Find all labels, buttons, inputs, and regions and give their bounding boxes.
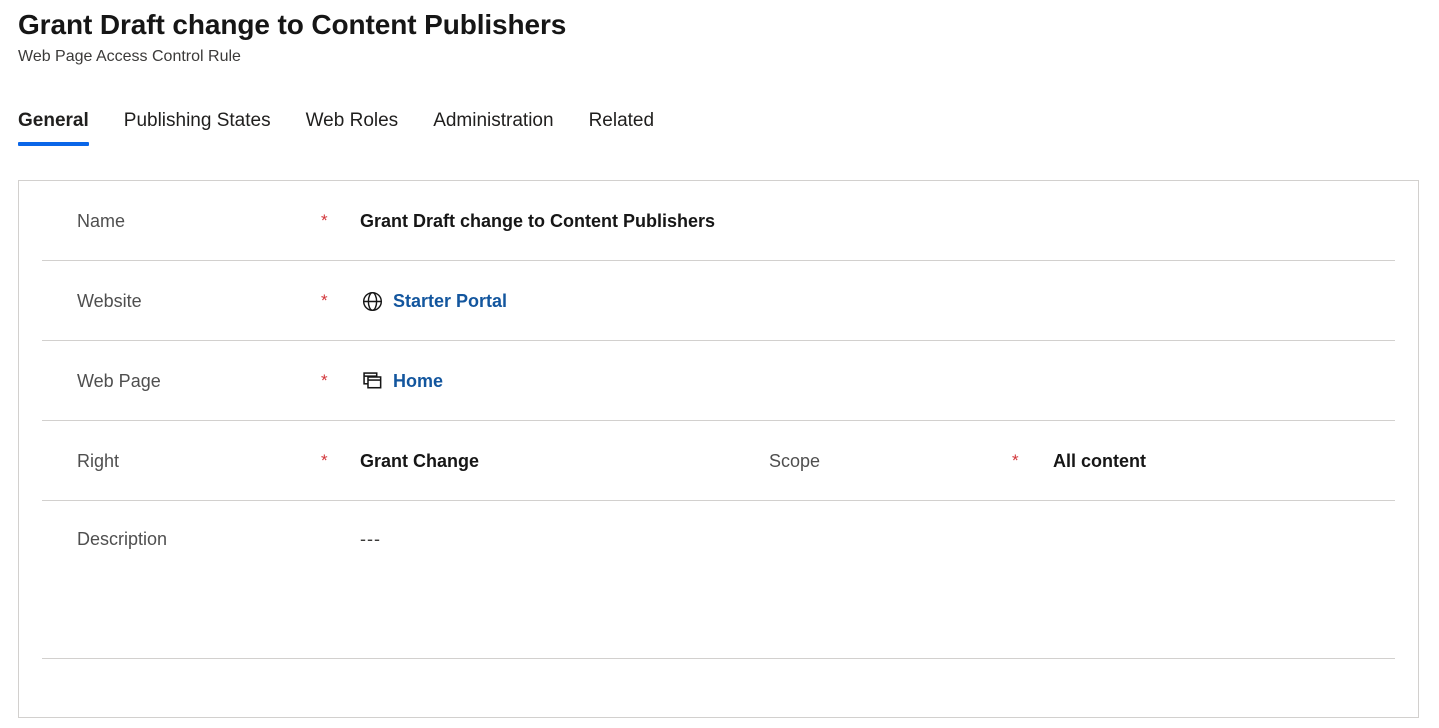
required-asterisk-name: * [321, 211, 328, 230]
field-right: Right * Grant Change [77, 449, 479, 473]
form-row-website: Website * Starter Portal [19, 261, 1418, 341]
tab-related[interactable]: Related [589, 108, 655, 146]
tab-administration[interactable]: Administration [433, 108, 553, 146]
required-asterisk-web-page: * [321, 371, 328, 390]
field-value-right[interactable]: Grant Change [360, 449, 479, 473]
page-title: Grant Draft change to Content Publishers [18, 9, 567, 40]
field-web-page: Web Page * Home [77, 369, 443, 393]
field-scope: Scope * All content [769, 421, 1146, 501]
field-value-website[interactable]: Starter Portal [393, 289, 507, 313]
field-label-name: Name [77, 211, 126, 231]
page-header: Grant Draft change to Content Publishers… [18, 8, 566, 68]
tab-bar: General Publishing States Web Roles Admi… [18, 108, 654, 146]
form-row-description: Description --- [19, 501, 1418, 659]
field-value-scope[interactable]: All content [1053, 449, 1146, 473]
field-value-web-page[interactable]: Home [393, 369, 443, 393]
field-label-right: Right [77, 451, 120, 471]
required-asterisk-scope: * [1012, 451, 1019, 470]
general-tab-form-card: Name * Grant Draft change to Content Pub… [18, 180, 1419, 718]
form-row-name: Name * Grant Draft change to Content Pub… [19, 181, 1418, 261]
stacked-pages-icon [360, 369, 384, 393]
field-label-web-page: Web Page [77, 371, 161, 391]
field-value-description[interactable]: --- [360, 527, 381, 551]
page-subtitle: Web Page Access Control Rule [18, 48, 241, 65]
globe-icon [360, 289, 384, 313]
field-website: Website * Starter Portal [77, 289, 507, 313]
tab-web-roles[interactable]: Web Roles [306, 108, 399, 146]
field-value-name[interactable]: Grant Draft change to Content Publishers [360, 209, 715, 233]
field-label-description: Description [77, 529, 168, 549]
row-divider [42, 658, 1395, 659]
tab-general[interactable]: General [18, 108, 89, 146]
required-asterisk-website: * [321, 291, 328, 310]
field-label-scope: Scope [769, 451, 821, 471]
field-label-website: Website [77, 291, 142, 311]
field-description: Description --- [77, 527, 381, 551]
required-asterisk-right: * [321, 451, 328, 470]
record-form-page: Grant Draft change to Content Publishers… [0, 0, 1439, 728]
tab-publishing-states[interactable]: Publishing States [124, 108, 271, 146]
field-name: Name * Grant Draft change to Content Pub… [77, 209, 715, 233]
form-row-web-page: Web Page * Home [19, 341, 1418, 421]
form-row-right-scope: Right * Grant Change Scope * All content [19, 421, 1418, 501]
